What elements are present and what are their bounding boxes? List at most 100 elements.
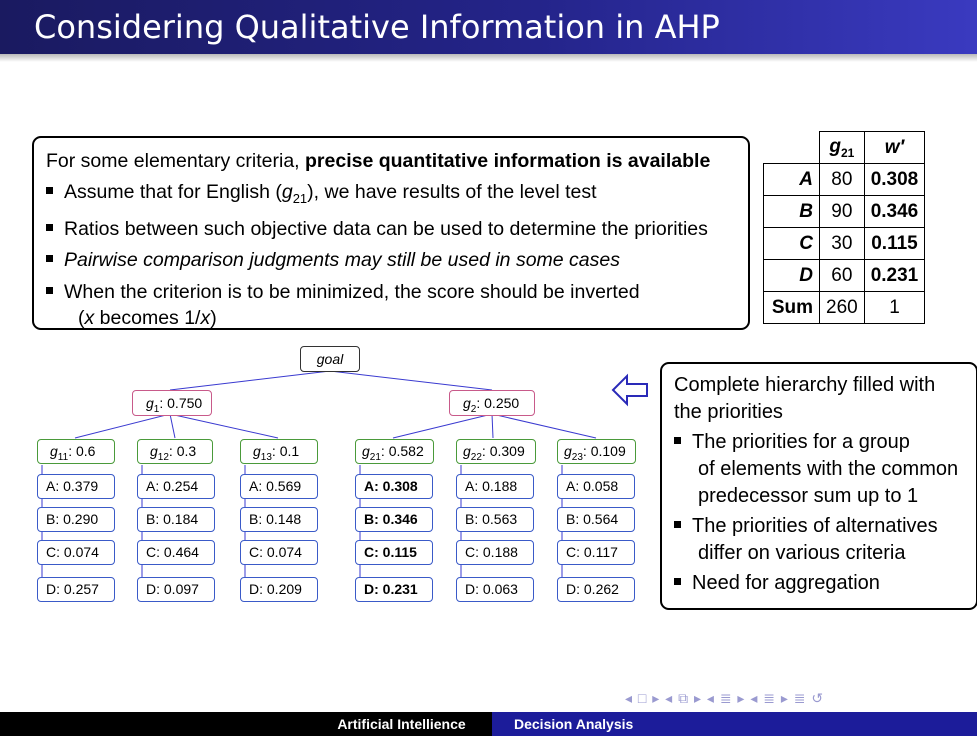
connector-line bbox=[74, 413, 171, 439]
node-value: A: 0.308 bbox=[364, 478, 418, 494]
footer-left-text: Artificial Intellience bbox=[337, 716, 466, 732]
alternative-node: A: 0.308 bbox=[355, 474, 433, 499]
sum-w: 1 bbox=[863, 291, 926, 324]
node-value: B: 0.184 bbox=[146, 511, 199, 527]
cell-g: 90 bbox=[819, 195, 865, 228]
var-g: g bbox=[564, 443, 572, 459]
node-value: C: 0.464 bbox=[146, 544, 199, 560]
criterion-g13-node: g13: 0.1 bbox=[240, 439, 318, 464]
var-x: x bbox=[84, 306, 95, 329]
alternative-node: D: 0.063 bbox=[456, 577, 534, 602]
table-row: D 60 0.231 bbox=[763, 259, 926, 292]
var-g: g bbox=[50, 443, 58, 459]
node-value: C: 0.074 bbox=[249, 544, 302, 560]
node-value: A: 0.569 bbox=[249, 478, 302, 494]
node-value: A: 0.254 bbox=[146, 478, 199, 494]
node-value: D: 0.231 bbox=[364, 581, 418, 597]
cell-w: 0.115 bbox=[863, 227, 926, 260]
table-row: B 90 0.346 bbox=[763, 195, 926, 228]
var-w: w′ bbox=[884, 136, 905, 158]
var-sub: 13 bbox=[260, 451, 272, 463]
node-value: : 0.1 bbox=[271, 443, 300, 459]
var-sub: 11 bbox=[57, 451, 69, 463]
alternative-node: B: 0.563 bbox=[456, 507, 534, 532]
alternative-node: B: 0.290 bbox=[37, 507, 115, 532]
bullet-minimize: When the criterion is to be minimized, t… bbox=[46, 276, 748, 305]
row-label: B bbox=[763, 195, 820, 228]
bullet-square-icon bbox=[46, 223, 53, 231]
alternative-node: D: 0.231 bbox=[355, 577, 433, 602]
bullet-square-icon bbox=[46, 286, 53, 294]
bullet-minimize-continuation: (x becomes 1/x) bbox=[46, 305, 748, 331]
alternative-node: D: 0.257 bbox=[37, 577, 115, 602]
bullet-text: When the criterion is to be minimized, t… bbox=[64, 280, 640, 303]
var-sub: 21 bbox=[369, 451, 381, 463]
node-value: B: 0.346 bbox=[364, 511, 418, 527]
node-value: : 0.750 bbox=[159, 395, 203, 411]
alternative-node: B: 0.346 bbox=[355, 507, 433, 532]
cell-g: 30 bbox=[819, 227, 865, 260]
criterion-g21-node: g21: 0.582 bbox=[355, 439, 434, 464]
side-bullet: The priorities for a group bbox=[674, 429, 976, 456]
table-header-row: g21 w′ bbox=[763, 131, 926, 164]
alternative-node: D: 0.209 bbox=[240, 577, 318, 602]
var-g: g bbox=[146, 395, 154, 411]
node-value: B: 0.563 bbox=[465, 511, 518, 527]
corner-cell bbox=[763, 131, 820, 164]
bullet-text: Need for aggregation bbox=[692, 572, 880, 594]
score-table: g21 w′ A 80 0.308 B 90 0.346 C 30 0.115 … bbox=[763, 131, 926, 324]
var-g: g bbox=[150, 443, 158, 459]
table-sum-row: Sum 260 1 bbox=[763, 291, 926, 324]
var-sub: 12 bbox=[157, 451, 169, 463]
node-value: : 0.582 bbox=[380, 443, 424, 459]
node-value: A: 0.379 bbox=[46, 478, 99, 494]
alternative-node: C: 0.115 bbox=[355, 540, 433, 565]
node-value: C: 0.115 bbox=[364, 544, 417, 560]
var-x: x bbox=[200, 306, 211, 329]
left-arrow-icon bbox=[611, 373, 648, 407]
alternative-node: A: 0.379 bbox=[37, 474, 115, 499]
criterion-g23-node: g23: 0.109 bbox=[557, 439, 636, 464]
bullet-text: Pairwise comparison judgments may still … bbox=[64, 248, 620, 271]
alternative-node: C: 0.464 bbox=[137, 540, 215, 565]
alternative-node: D: 0.097 bbox=[137, 577, 215, 602]
node-value: : 0.250 bbox=[476, 395, 520, 411]
alternative-node: C: 0.074 bbox=[37, 540, 115, 565]
bullet-square-icon bbox=[674, 437, 681, 444]
criterion-g2-node: g2: 0.250 bbox=[449, 390, 535, 416]
node-value: C: 0.188 bbox=[465, 544, 518, 560]
table-row: A 80 0.308 bbox=[763, 163, 926, 196]
bullet-square-icon bbox=[46, 187, 53, 194]
bullet-text: Assume that for English ( bbox=[64, 181, 282, 203]
alternative-node: B: 0.148 bbox=[240, 507, 318, 532]
header-w: w′ bbox=[863, 131, 926, 164]
sum-label: Sum bbox=[763, 291, 820, 324]
connector-line bbox=[329, 370, 493, 391]
bullet-text: The priorities of alternatives bbox=[692, 515, 938, 537]
connector-line bbox=[392, 413, 493, 439]
alternative-node: C: 0.074 bbox=[240, 540, 318, 565]
header-g21: g21 bbox=[819, 131, 865, 164]
info-box: For some elementary criteria, precise qu… bbox=[32, 136, 750, 330]
bullet-text: ), we have results of the level test bbox=[307, 181, 597, 203]
bullet-pairwise: Pairwise comparison judgments may still … bbox=[46, 245, 748, 276]
beamer-nav-icons[interactable]: ◂ □ ▸ ◂ ⧉ ▸ ◂ ≣ ▸ ◂ ≣ ▸ ≣ ↺ bbox=[625, 690, 824, 707]
side-bullet: The priorities of alternatives bbox=[674, 513, 976, 540]
table-row: C 30 0.115 bbox=[763, 227, 926, 260]
intro-line: For some elementary criteria, precise qu… bbox=[46, 146, 748, 177]
footer-right: Decision Analysis bbox=[492, 712, 977, 736]
connector-line bbox=[491, 413, 494, 439]
node-label: goal bbox=[316, 351, 344, 367]
alternative-node: B: 0.184 bbox=[137, 507, 215, 532]
sum-g: 260 bbox=[819, 291, 865, 324]
cell-g: 80 bbox=[819, 163, 865, 196]
bullet-text: Ratios between such objective data can b… bbox=[64, 217, 708, 240]
slide-title: Considering Qualitative Information in A… bbox=[34, 8, 720, 46]
intro-text: For some elementary criteria, bbox=[46, 150, 305, 172]
bullet-ratios: Ratios between such objective data can b… bbox=[46, 214, 748, 245]
cell-w: 0.308 bbox=[863, 163, 926, 196]
bullet-text: predecessor sum up to 1 bbox=[698, 485, 919, 507]
alternative-node: C: 0.188 bbox=[456, 540, 534, 565]
node-value: : 0.309 bbox=[481, 443, 525, 459]
node-value: B: 0.148 bbox=[249, 511, 302, 527]
